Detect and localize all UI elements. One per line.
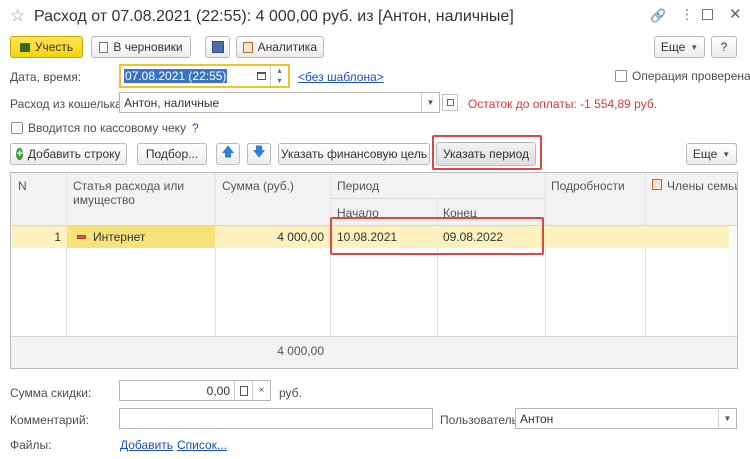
- save-icon: [211, 41, 224, 53]
- table-scrollbar[interactable]: [729, 226, 737, 336]
- row-n: 1: [54, 230, 61, 244]
- chevron-down-icon: ▼: [723, 414, 732, 423]
- pick-label: Подбор...: [145, 147, 199, 161]
- more-menu-label: Еще: [660, 40, 686, 54]
- window-title: Расход от 07.08.2021 (22:55): 4 000,00 р…: [34, 8, 514, 25]
- table-more-button[interactable]: Еще ▼: [686, 143, 737, 165]
- header-n[interactable]: N: [18, 179, 27, 193]
- financial-goal-label: Указать финансовую цель: [280, 147, 428, 161]
- receipt-label: Вводится по кассовому чеку: [28, 121, 186, 135]
- row-item: Интернет: [93, 230, 146, 244]
- clear-icon: ×: [258, 385, 265, 396]
- header-item[interactable]: Статья расхода или имущество: [73, 179, 213, 207]
- chevron-down-icon: ▼: [722, 149, 731, 159]
- move-up-button[interactable]: 🡅: [216, 143, 240, 165]
- pick-button[interactable]: Подбор...: [137, 143, 207, 165]
- calculator-button[interactable]: [234, 381, 252, 400]
- currency-label: руб.: [279, 386, 302, 400]
- wallet-field[interactable]: Антон, наличные: [119, 92, 440, 113]
- user-dropdown-button[interactable]: ▼: [718, 408, 736, 429]
- more-menu-button[interactable]: Еще ▼: [654, 36, 705, 58]
- arrow-down-icon: 🡇: [252, 144, 266, 159]
- items-table: N Статья расхода или имущество Сумма (ру…: [10, 172, 738, 369]
- table-more-label: Еще: [692, 147, 718, 161]
- wallet-label: Расход из кошелька:: [10, 97, 126, 111]
- discount-value: 0,00: [206, 383, 230, 398]
- wallet-value: Антон, наличные: [124, 95, 220, 110]
- save-button[interactable]: [205, 36, 230, 58]
- receipt-checkbox[interactable]: [11, 122, 23, 134]
- spin-up-icon[interactable]: ▴: [271, 66, 288, 76]
- header-family[interactable]: Члены семьи: [667, 179, 737, 193]
- clear-button[interactable]: ×: [252, 381, 270, 400]
- add-file-link[interactable]: Добавить: [120, 438, 173, 452]
- comment-label: Комментарий:: [10, 413, 89, 427]
- help-button[interactable]: ?: [711, 36, 737, 58]
- arrow-up-icon: 🡅: [221, 144, 235, 159]
- analytics-button-label: Аналитика: [257, 40, 317, 54]
- time-spinner[interactable]: ▴ ▾: [270, 66, 288, 86]
- more-icon[interactable]: ⋮: [680, 6, 694, 23]
- link-icon[interactable]: 🔗: [650, 8, 666, 24]
- financial-goal-button[interactable]: Указать финансовую цель: [278, 143, 430, 165]
- wallet-dropdown-button[interactable]: ▼: [421, 92, 439, 113]
- add-row-button[interactable]: + Добавить строку: [10, 143, 127, 165]
- template-link[interactable]: <без шаблона>: [298, 70, 384, 84]
- table-footer: [11, 337, 737, 368]
- receipt-help-link[interactable]: ?: [192, 121, 199, 135]
- verified-label: Операция проверена: [632, 69, 750, 83]
- calendar-button[interactable]: [253, 66, 270, 86]
- expense-item-icon: [77, 235, 86, 239]
- calendar-icon: [257, 72, 266, 80]
- title-bar: ☆ Расход от 07.08.2021 (22:55): 4 000,00…: [0, 0, 750, 34]
- post-icon: [19, 42, 30, 52]
- row-sum: 4 000,00: [277, 230, 324, 244]
- balance-text: Остаток до оплаты: -1 554,89 руб.: [468, 97, 658, 111]
- user-value: Антон: [520, 411, 554, 426]
- document-icon: [99, 41, 109, 53]
- add-row-label: Добавить строку: [27, 147, 121, 161]
- header-sum[interactable]: Сумма (руб.): [222, 179, 294, 193]
- draft-button[interactable]: В черновики: [91, 36, 191, 58]
- wallet-open-button[interactable]: [442, 94, 458, 111]
- help-button-label: ?: [720, 40, 728, 54]
- close-icon[interactable]: ✕: [729, 5, 742, 23]
- chevron-down-icon: ▼: [426, 98, 435, 107]
- post-button[interactable]: Учесть: [10, 36, 83, 58]
- favorite-star-icon[interactable]: ☆: [10, 6, 25, 26]
- verified-checkbox[interactable]: [615, 70, 627, 82]
- header-period[interactable]: Период: [337, 179, 379, 193]
- total-sum: 4 000,00: [277, 344, 324, 358]
- chevron-down-icon: ▼: [690, 42, 699, 52]
- files-label: Файлы:: [10, 438, 52, 452]
- post-button-label: Учесть: [34, 40, 74, 54]
- family-icon: [652, 179, 662, 190]
- date-value: 07.08.2021 (22:55): [124, 69, 228, 83]
- analytics-button[interactable]: Аналитика: [236, 36, 324, 58]
- maximize-icon[interactable]: [702, 9, 713, 20]
- period-button-highlight: [432, 135, 542, 170]
- period-cells-highlight: [330, 217, 544, 255]
- add-icon: +: [16, 148, 23, 160]
- spin-down-icon[interactable]: ▾: [271, 76, 288, 86]
- open-icon: [446, 99, 454, 106]
- comment-field[interactable]: [119, 408, 433, 429]
- file-list-link[interactable]: Список...: [177, 438, 227, 452]
- user-label: Пользователь:: [440, 413, 522, 427]
- discount-label: Сумма скидки:: [10, 386, 92, 400]
- analytics-icon: [243, 41, 253, 53]
- draft-button-label: В черновики: [113, 40, 183, 54]
- date-label: Дата, время:: [10, 70, 82, 84]
- move-down-button[interactable]: 🡇: [247, 143, 271, 165]
- user-field[interactable]: Антон: [515, 408, 737, 429]
- calculator-icon: [239, 385, 248, 396]
- header-details[interactable]: Подробности: [551, 179, 625, 193]
